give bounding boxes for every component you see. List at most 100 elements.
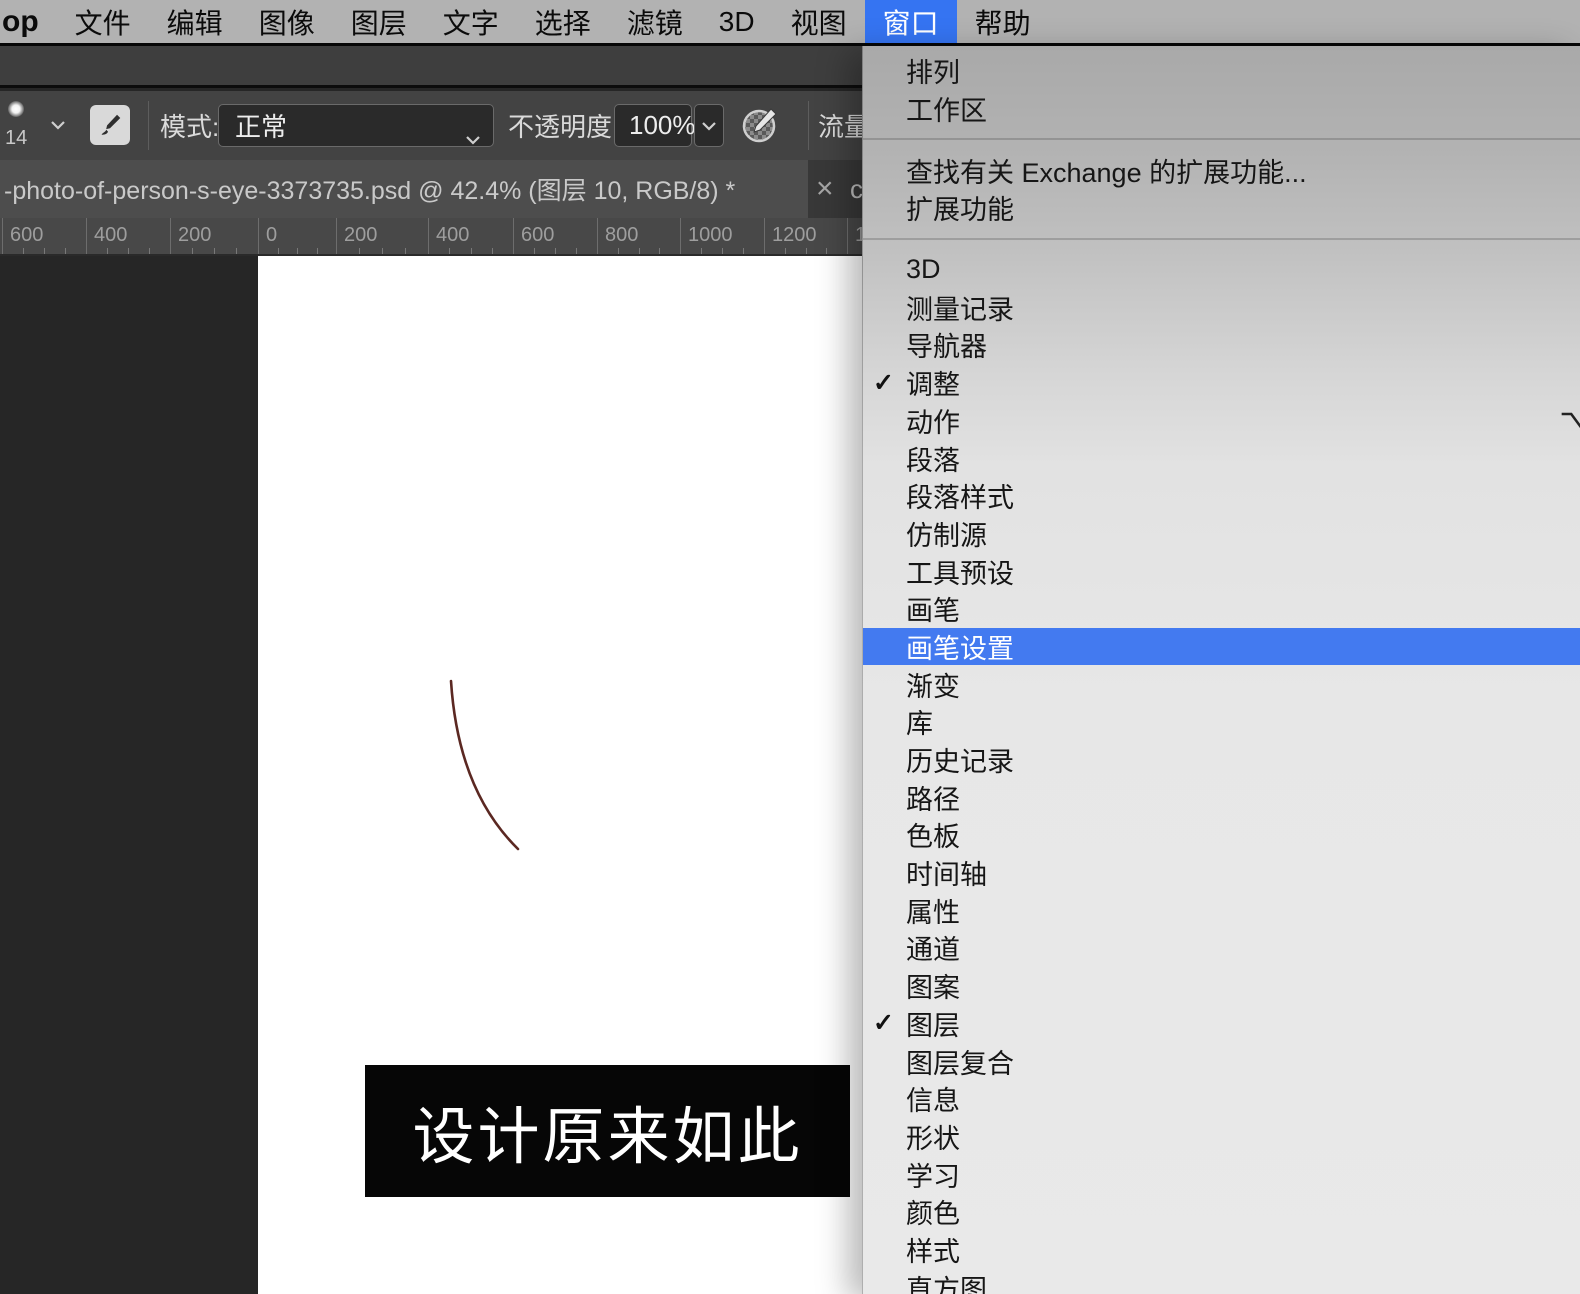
window-menu-item-10[interactable]: 段落样式 [863, 477, 1580, 515]
window-menu-item-label: 排列 [906, 58, 960, 89]
blend-mode-select[interactable]: 正常 [218, 104, 494, 147]
menubar-item-layer[interactable]: 图层 [333, 0, 425, 43]
photoshop-app: op 文件 编辑 图像 图层 文字 选择 滤镜 3D 视图 窗口 帮助 14 模式: 正常 不透明度:… [0, 0, 1580, 1294]
window-menu-item-label: 动作 [906, 407, 960, 438]
window-menu-item-30[interactable]: 样式 [863, 1231, 1580, 1269]
caption-text: 设计原来如此 [412, 1103, 803, 1172]
window-menu-item-4[interactable]: 3D [863, 251, 1580, 289]
menubar-item-photoshop[interactable]: op [0, 0, 57, 43]
window-menu-item-13[interactable]: 画笔 [863, 590, 1580, 628]
document-tab[interactable]: -photo-of-person-s-eye-3373735.psd @ 42.… [0, 160, 808, 218]
window-menu-item-14[interactable]: 画笔设置 [863, 627, 1580, 666]
menubar-item-image[interactable]: 图像 [241, 0, 333, 43]
window-menu-item-label: 图层 [906, 1010, 960, 1041]
window-menu-item-21[interactable]: 属性 [863, 891, 1580, 929]
menubar-item-edit[interactable]: 编辑 [149, 0, 241, 43]
ruler-minor-tick [382, 248, 383, 254]
window-menu-item-label: 仿制源 [906, 520, 987, 551]
toggle-brush-panel-button[interactable] [90, 105, 130, 145]
window-menu-item-label: 画笔设置 [906, 633, 1014, 664]
ruler-minor-tick [555, 248, 556, 254]
menubar-item-file[interactable]: 文件 [57, 0, 149, 43]
window-menu-item-label: 段落 [906, 445, 960, 476]
window-menu-item-label: 画笔 [906, 596, 960, 627]
window-menu-item-8[interactable]: 动作 ⌥ [863, 402, 1580, 440]
divider [808, 101, 809, 150]
ruler-minor-tick [149, 248, 150, 254]
menu-bar: op 文件 编辑 图像 图层 文字 选择 滤镜 3D 视图 窗口 帮助 [0, 0, 1580, 46]
menubar-item-view[interactable]: 视图 [773, 0, 865, 43]
window-menu-item-label: 导航器 [906, 332, 987, 363]
window-menu-item-22[interactable]: 通道 [863, 929, 1580, 967]
window-menu-item-20[interactable]: 时间轴 [863, 854, 1580, 892]
ruler-minor-tick [805, 248, 807, 254]
window-menu-item-label: 测量记录 [906, 294, 1014, 325]
ruler-minor-tick [617, 248, 619, 254]
window-menu-item-27[interactable]: 形状 [863, 1118, 1580, 1156]
opacity-dropdown-button[interactable] [694, 104, 724, 147]
ruler-minor-tick [297, 248, 298, 254]
tab-close-icon[interactable]: × [816, 160, 834, 218]
menubar-item-filter[interactable]: 滤镜 [609, 0, 701, 43]
menubar-item-3d[interactable]: 3D [701, 0, 773, 43]
window-menu-item-1[interactable]: 工作区 [863, 90, 1580, 128]
ruler-label: 1000 [688, 224, 733, 246]
window-menu-item-29[interactable]: 颜色 [863, 1193, 1580, 1231]
window-menu-item-label: 时间轴 [906, 860, 987, 891]
window-menu-item-12[interactable]: 工具预设 [863, 552, 1580, 590]
pressure-opacity-button[interactable] [738, 103, 782, 152]
ruler-label: 800 [605, 224, 639, 246]
window-menu-item-label: 属性 [906, 897, 960, 928]
ruler-minor-tick [128, 248, 129, 254]
window-menu-item-11[interactable]: 仿制源 [863, 515, 1580, 553]
ruler-label: 400 [436, 224, 470, 246]
window-menu-item-label: 样式 [906, 1236, 960, 1267]
ruler-minor-tick [534, 248, 535, 254]
window-menu-item-31[interactable]: 直方图 [863, 1268, 1580, 1294]
ruler-tick [680, 218, 681, 254]
window-menu-item-7[interactable]: ✓ 调整 [863, 364, 1580, 402]
window-menu-item-19[interactable]: 色板 [863, 816, 1580, 854]
ruler-tick [513, 218, 514, 254]
window-menu-item-9[interactable]: 段落 [863, 439, 1580, 477]
window-menu-item-5[interactable]: 测量记录 [863, 288, 1580, 326]
ruler-minor-tick [316, 248, 318, 254]
chevron-down-icon[interactable] [50, 120, 66, 130]
opacity-value: 100% [629, 110, 696, 140]
menubar-item-window[interactable]: 窗口 [864, 0, 957, 43]
ruler-tick [170, 218, 171, 254]
window-menu-item-label: 图层复合 [906, 1048, 1014, 1079]
ruler-label: 600 [10, 224, 44, 246]
ruler-tick [86, 218, 87, 254]
menubar-item-select[interactable]: 选择 [517, 0, 609, 43]
ruler-tick [847, 218, 848, 254]
document-tab-title: -photo-of-person-s-eye-3373735.psd @ 42.… [4, 177, 736, 205]
window-menu-item-25[interactable]: 图层复合 [863, 1042, 1580, 1080]
brush-preview-icon[interactable] [8, 101, 24, 117]
window-menu-item-label: 工具预设 [906, 558, 1014, 589]
window-menu-item-15[interactable]: 渐变 [863, 665, 1580, 703]
divider [148, 101, 149, 150]
window-menu-item-16[interactable]: 库 [863, 703, 1580, 741]
window-menu-item-2[interactable]: 查找有关 Exchange 的扩展功能... [863, 151, 1580, 189]
menubar-item-help[interactable]: 帮助 [957, 0, 1049, 43]
window-menu-item-3[interactable]: 扩展功能 [863, 189, 1580, 227]
ruler-label: 400 [94, 224, 128, 246]
opacity-input[interactable]: 100% [614, 104, 696, 147]
window-menu-item-24[interactable]: ✓ 图层 [863, 1005, 1580, 1043]
window-menu-item-23[interactable]: 图案 [863, 967, 1580, 1005]
window-menu-item-26[interactable]: 信息 [863, 1080, 1580, 1118]
ruler-minor-tick [784, 248, 786, 254]
ruler-label: 1200 [772, 224, 817, 246]
window-menu-item-18[interactable]: 路径 [863, 778, 1580, 816]
window-menu-item-label: 工作区 [906, 96, 987, 127]
window-menu-item-17[interactable]: 历史记录 [863, 741, 1580, 779]
ruler-tick [764, 218, 765, 254]
window-menu-item-0[interactable]: 排列 [863, 52, 1580, 90]
window-menu-item-label: 查找有关 Exchange 的扩展功能... [906, 157, 1307, 188]
window-menu-items: 排列工作区查找有关 Exchange 的扩展功能... 扩展功能 3D 测量记录导航器… [863, 46, 1580, 1294]
window-menu-item-6[interactable]: 导航器 [863, 326, 1580, 364]
window-menu-item-28[interactable]: 学习 [863, 1155, 1580, 1193]
menubar-item-type[interactable]: 文字 [425, 0, 517, 43]
menu-separator [863, 138, 1580, 141]
